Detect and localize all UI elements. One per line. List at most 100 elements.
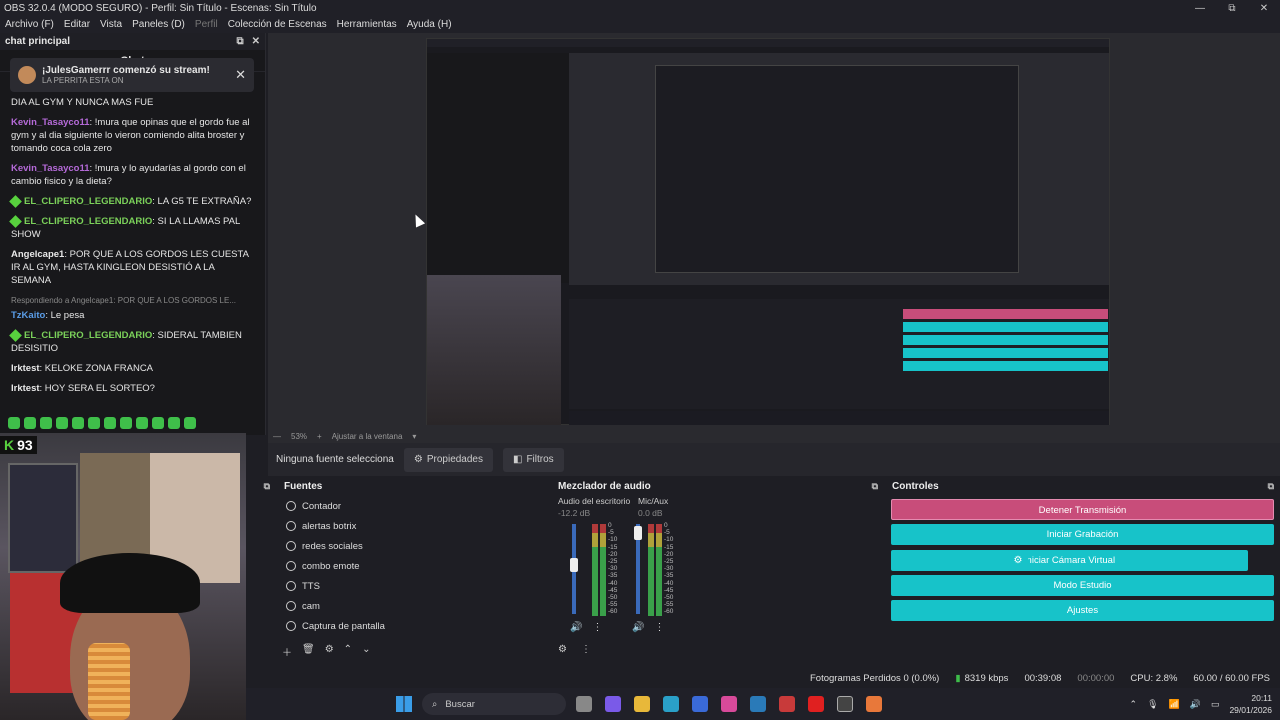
undock-icon[interactable]: ⧉ [236, 36, 243, 47]
chat-text: : HOY SERA EL SORTEO? [39, 383, 155, 394]
undock-icon[interactable]: ⧉ [264, 481, 270, 492]
source-type-icon [286, 541, 296, 551]
channel-controls: 🔊 ⋮ [632, 622, 664, 633]
move-down-icon[interactable]: ⌄ [362, 644, 370, 659]
chat-user[interactable]: Kevin_Tasayco11 [11, 163, 90, 174]
chat-message: Angelcape1: POR QUE A LOS GORDOS LES CUE… [11, 248, 255, 287]
undock-icon[interactable]: ⧉ [1268, 481, 1274, 492]
zoom-in-icon[interactable]: + [317, 432, 322, 441]
webcam-overlay: K 93 [0, 433, 246, 720]
mic-icon[interactable]: 🎙 [1147, 699, 1158, 710]
settings-button[interactable]: Ajustes [891, 600, 1274, 621]
firefox-icon[interactable] [866, 696, 882, 712]
close-dock-icon[interactable]: ✕ [252, 36, 260, 47]
filters-button[interactable]: ◧ Filtros [503, 447, 564, 472]
chat-user[interactable]: EL_CLIPERO_LEGENDARIO [24, 196, 152, 207]
chat-user[interactable]: EL_CLIPERO_LEGENDARIO [24, 216, 152, 227]
chat-user[interactable]: TzKaito [11, 310, 45, 321]
microphone [88, 643, 130, 720]
menu-archivo[interactable]: Archivo (F) [0, 19, 59, 30]
preview-area[interactable] [268, 33, 1280, 429]
cpu-usage: CPU: 2.8% [1130, 672, 1178, 684]
menu-perfil[interactable]: Perfil [190, 19, 223, 30]
menu-ayuda[interactable]: Ayuda (H) [402, 19, 457, 30]
chat-message: Kevin_Tasayco11: !mura y lo ayudarías al… [11, 162, 255, 188]
source-label: alertas botrix [302, 520, 357, 532]
nested-screen [569, 53, 1109, 285]
move-up-icon[interactable]: ⌃ [344, 644, 352, 659]
source-label: TTS [302, 580, 320, 592]
dropped-frames: Fotogramas Perdidos 0 (0.0%) [809, 672, 940, 684]
start-virtual-camera-button[interactable]: Iniciar Cámara Virtual [891, 550, 1248, 571]
app-icon[interactable] [779, 696, 795, 712]
preview-canvas[interactable] [426, 38, 1110, 425]
trash-icon[interactable]: 🗑 [302, 644, 315, 659]
emote-icon [184, 417, 196, 429]
minimize-icon[interactable]: — [1184, 3, 1216, 14]
instagram-icon[interactable] [721, 696, 737, 712]
studio-mode-button[interactable]: Modo Estudio [891, 575, 1274, 596]
taskbar-search[interactable]: ⌕ Buscar [422, 693, 566, 715]
netflix-icon[interactable] [808, 696, 824, 712]
chat-user[interactable]: Angelcape1 [11, 249, 64, 260]
windows-start-icon[interactable] [396, 696, 412, 712]
emote-icon [56, 417, 68, 429]
copilot-icon[interactable] [605, 696, 621, 712]
properties-button[interactable]: ⚙ Propiedades [403, 447, 493, 472]
fader-handle[interactable] [570, 558, 578, 572]
mixer-title: Mezclador de audio [558, 480, 651, 492]
chat-user[interactable]: Irktest [11, 383, 40, 394]
edge-icon[interactable] [663, 696, 679, 712]
chat-user[interactable]: EL_CLIPERO_LEGENDARIO [24, 330, 152, 341]
menu-bar: Archivo (F) Editar Vista Paneles (D) Per… [0, 16, 1280, 33]
task-view-icon[interactable] [576, 696, 592, 712]
close-icon[interactable]: ✕ [1248, 3, 1280, 14]
speaker-icon[interactable]: 🔊 [632, 622, 644, 633]
menu-paneles[interactable]: Paneles (D) [127, 19, 190, 30]
menu-herramientas[interactable]: Herramientas [332, 19, 402, 30]
chat-user[interactable]: Irktest [11, 363, 40, 374]
add-icon[interactable]: ＋ [282, 644, 292, 659]
store-icon[interactable] [692, 696, 708, 712]
folder-icon[interactable] [634, 696, 650, 712]
menu-vista[interactable]: Vista [95, 19, 127, 30]
level-meter [600, 524, 606, 616]
chevron-down-icon[interactable]: ▾ [412, 432, 416, 441]
virtual-camera-gear-icon[interactable]: ⚙ [1008, 550, 1028, 571]
zoom-level: 53% [291, 431, 308, 441]
emote-icon [24, 417, 36, 429]
advanced-audio-icon[interactable]: ⚙ [558, 644, 567, 655]
chat-log: DIA AL GYM Y NUNCA MAS FUE Kevin_Tasayco… [9, 96, 255, 402]
chat-user[interactable]: Kevin_Tasayco11 [11, 117, 90, 128]
more-icon[interactable]: ⋮ [592, 622, 602, 633]
zoom-out-icon[interactable]: — [273, 432, 281, 441]
fit-window-select[interactable]: Ajustar a la ventana [332, 432, 403, 441]
fader-handle[interactable] [634, 526, 642, 540]
window-title: OBS 32.0.4 (MODO SEGURO) - Perfil: Sin T… [4, 2, 317, 14]
maximize-icon[interactable]: ⧉ [1216, 3, 1248, 14]
menu-coleccion-escenas[interactable]: Colección de Escenas [223, 19, 332, 30]
volume-icon[interactable]: 🔊 [1190, 699, 1201, 710]
more-icon[interactable]: ⋮ [581, 644, 591, 655]
obs-icon[interactable] [837, 696, 853, 712]
start-recording-button[interactable]: Iniciar Grabación [891, 524, 1274, 545]
battery-icon[interactable]: ▭ [1211, 699, 1220, 710]
vscode-icon[interactable] [750, 696, 766, 712]
rec-time: 00:00:00 [1077, 672, 1115, 684]
undock-icon[interactable]: ⧉ [872, 481, 878, 492]
clock[interactable]: 20:11 29/01/2026 [1229, 692, 1272, 716]
stream-time: 00:39:08 [1024, 672, 1062, 684]
menu-editar[interactable]: Editar [59, 19, 95, 30]
nested-webcam [427, 275, 561, 425]
stop-stream-button[interactable]: Detener Transmisión [891, 499, 1274, 520]
close-notice-icon[interactable]: ✕ [235, 67, 246, 83]
more-icon[interactable]: ⋮ [654, 622, 664, 633]
wifi-icon[interactable]: 📶 [1169, 699, 1180, 710]
emote-icon [8, 417, 20, 429]
speaker-icon[interactable]: 🔊 [570, 622, 582, 633]
taskbar: ⌕ Buscar ⌃ 🎙 📶 🔊 ▭ 20:11 29/01/2026 [246, 688, 1280, 720]
audio-mixer-dock: Mezclador de audio ⧉ Audio del escritorio… [552, 476, 884, 668]
gear-icon[interactable]: ⚙ [325, 644, 334, 659]
emote-icon [168, 417, 180, 429]
chevron-up-icon[interactable]: ⌃ [1130, 699, 1138, 710]
